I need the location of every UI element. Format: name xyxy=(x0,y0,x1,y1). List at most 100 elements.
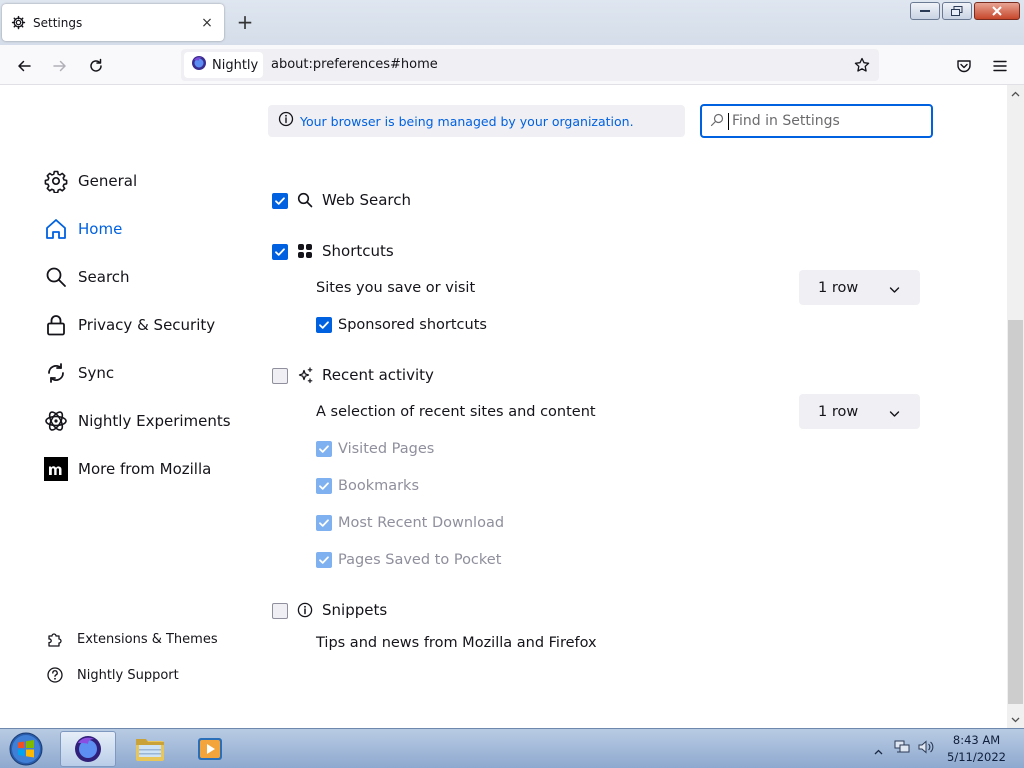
experiments-icon xyxy=(44,409,68,433)
recent-activity-rows-value: 1 row xyxy=(818,403,859,420)
nightly-support-link[interactable]: Nightly Support xyxy=(46,665,179,685)
find-in-settings[interactable] xyxy=(700,104,933,138)
system-tray: 8:43 AM 5/11/2022 xyxy=(874,731,1006,767)
start-button[interactable] xyxy=(6,730,46,768)
lock-icon xyxy=(44,313,68,337)
nightly-support-label: Nightly Support xyxy=(77,667,179,683)
policy-notice[interactable]: Your browser is being managed by your or… xyxy=(268,105,685,137)
shortcuts-description: Sites you save or visit xyxy=(316,280,476,296)
mozilla-icon xyxy=(44,457,68,481)
search-icon xyxy=(44,265,68,289)
navigation-toolbar: Nightly about:preferences#home xyxy=(0,45,1024,85)
search-icon xyxy=(296,191,314,209)
info-icon xyxy=(296,601,314,619)
show-hidden-icons-icon[interactable] xyxy=(874,740,883,759)
taskbar: 8:43 AM 5/11/2022 xyxy=(0,728,1024,768)
sidebar-item-home[interactable]: Home xyxy=(44,215,122,243)
shortcuts-label: Shortcuts xyxy=(322,242,394,260)
web-search-row: Web Search xyxy=(296,191,411,209)
clock[interactable]: 8:43 AM 5/11/2022 xyxy=(947,732,1006,766)
sidebar-item-more-from-mozilla[interactable]: More from Mozilla xyxy=(44,455,211,483)
identity-label: Nightly xyxy=(212,57,259,73)
minimize-button[interactable] xyxy=(910,2,940,20)
close-window-button[interactable] xyxy=(974,2,1020,20)
page-scrollbar[interactable] xyxy=(1007,85,1024,728)
forward-button[interactable] xyxy=(46,52,74,80)
volume-icon[interactable] xyxy=(917,739,935,759)
pages-saved-to-pocket-checkbox[interactable] xyxy=(316,552,332,568)
sidebar-item-label: Privacy & Security xyxy=(78,316,216,334)
new-tab-button[interactable]: + xyxy=(234,12,256,34)
help-icon xyxy=(46,666,64,684)
gear-icon xyxy=(10,15,26,31)
shortcuts-checkbox[interactable] xyxy=(272,244,288,260)
sidebar-item-experiments[interactable]: Nightly Experiments xyxy=(44,407,231,435)
web-search-checkbox[interactable] xyxy=(272,193,288,209)
find-in-settings-input[interactable] xyxy=(732,113,922,129)
scroll-up-arrow-icon[interactable] xyxy=(1007,85,1024,102)
folder-icon xyxy=(136,739,164,761)
web-search-label: Web Search xyxy=(322,191,412,209)
clock-time: 8:43 AM xyxy=(952,733,1001,747)
bookmarks-checkbox[interactable] xyxy=(316,478,332,494)
snippets-description: Tips and news from Mozilla and Firefox xyxy=(316,635,597,651)
identity-box[interactable]: Nightly xyxy=(184,52,263,78)
close-tab-icon[interactable]: × xyxy=(197,13,217,33)
reload-button[interactable] xyxy=(82,52,110,80)
home-icon xyxy=(44,217,68,241)
tab-title: Settings xyxy=(33,15,83,30)
sidebar-item-label: Home xyxy=(78,220,123,238)
restore-button[interactable] xyxy=(942,2,972,20)
extensions-themes-link[interactable]: Extensions & Themes xyxy=(46,629,218,649)
snippets-label: Snippets xyxy=(322,601,388,619)
clock-date: 5/11/2022 xyxy=(947,750,1006,764)
most-recent-download-checkbox[interactable] xyxy=(316,515,332,531)
settings-page: General Home Search Privacy & Security S… xyxy=(0,85,1007,728)
recent-activity-label: Recent activity xyxy=(322,366,434,384)
tab-strip: Settings × + xyxy=(0,0,1024,45)
taskbar-explorer-app[interactable] xyxy=(122,731,178,767)
recent-activity-rows-dropdown[interactable]: 1 row xyxy=(799,394,920,429)
puzzle-icon xyxy=(46,630,64,648)
sponsored-shortcuts-checkbox[interactable] xyxy=(316,317,332,333)
sidebar-item-label: Nightly Experiments xyxy=(78,412,231,430)
bookmark-star-icon[interactable] xyxy=(851,54,873,76)
pages-saved-to-pocket-label: Pages Saved to Pocket xyxy=(338,552,502,568)
visited-pages-checkbox[interactable] xyxy=(316,441,332,457)
recent-activity-checkbox[interactable] xyxy=(272,368,288,384)
most-recent-download-label: Most Recent Download xyxy=(338,515,505,531)
shortcuts-rows-value: 1 row xyxy=(818,279,859,296)
url-bar[interactable]: Nightly about:preferences#home xyxy=(181,49,879,81)
shortcuts-rows-dropdown[interactable]: 1 row xyxy=(799,270,920,305)
snippets-row: Snippets xyxy=(296,601,387,619)
sidebar-item-privacy[interactable]: Privacy & Security xyxy=(44,311,215,339)
network-icon[interactable] xyxy=(893,739,911,759)
tab-settings[interactable]: Settings × xyxy=(2,4,224,41)
sidebar-item-general[interactable]: General xyxy=(44,167,137,195)
url-text[interactable]: about:preferences#home xyxy=(271,57,438,72)
recent-activity-description: A selection of recent sites and content xyxy=(316,404,596,420)
nightly-logo-icon xyxy=(75,736,101,762)
pocket-icon[interactable] xyxy=(950,52,978,80)
sidebar-item-search[interactable]: Search xyxy=(44,263,130,291)
scroll-thumb[interactable] xyxy=(1008,320,1023,704)
gear-icon xyxy=(44,169,68,193)
back-button[interactable] xyxy=(10,52,38,80)
snippets-checkbox[interactable] xyxy=(272,603,288,619)
menu-icon[interactable] xyxy=(986,52,1014,80)
sidebar-item-label: Search xyxy=(78,268,130,286)
scroll-down-arrow-icon[interactable] xyxy=(1007,711,1024,728)
window-controls xyxy=(910,2,1020,20)
sidebar-item-label: Sync xyxy=(78,364,115,382)
nightly-logo-icon xyxy=(191,55,207,75)
chevron-down-icon xyxy=(889,406,900,422)
policy-notice-text[interactable]: Your browser is being managed by your or… xyxy=(300,114,634,129)
extensions-themes-label: Extensions & Themes xyxy=(77,631,218,647)
bookmarks-label: Bookmarks xyxy=(338,478,420,494)
sidebar-item-label: General xyxy=(78,172,138,190)
taskbar-nightly-app[interactable] xyxy=(60,731,116,767)
sidebar-item-sync[interactable]: Sync xyxy=(44,359,114,387)
media-player-icon xyxy=(198,738,222,760)
sync-icon xyxy=(44,361,68,385)
taskbar-media-player-app[interactable] xyxy=(182,731,238,767)
